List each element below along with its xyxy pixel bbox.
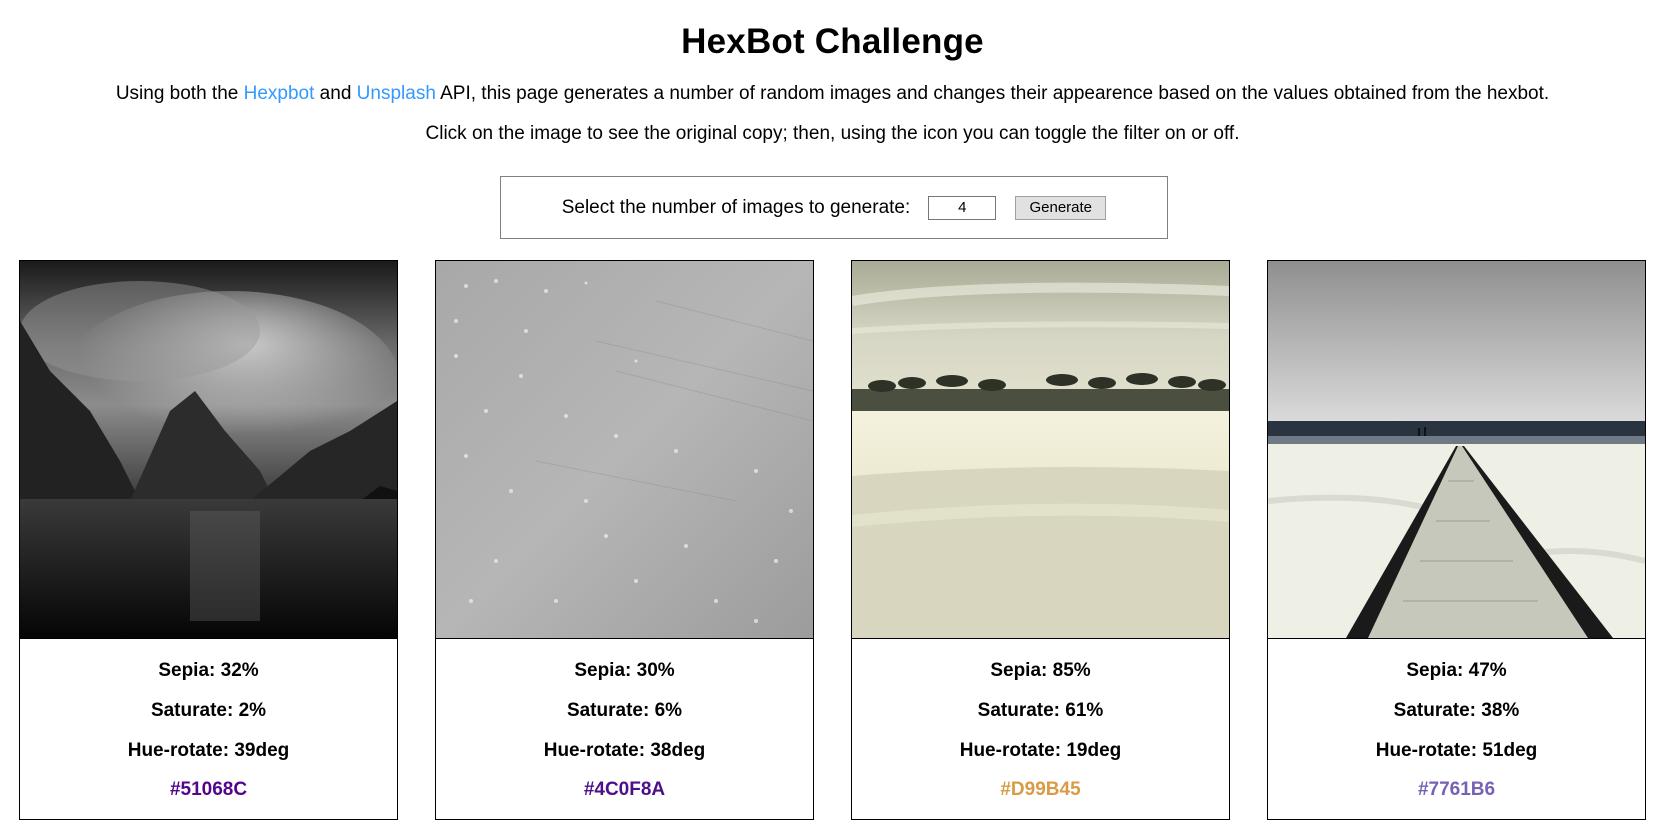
page: HexBot Challenge Using both the Hexpbot … <box>0 0 1665 835</box>
image-count-label: Select the number of images to generate: <box>561 196 911 218</box>
filter-info: Sepia: 47% Saturate: 38% Hue-rotate: 51d… <box>1268 660 1645 801</box>
image-count-input[interactable] <box>928 195 997 220</box>
intro-text-start: Using both the <box>115 83 244 104</box>
intro-text-end: API, this page generates a number of ran… <box>435 83 1550 104</box>
page-title: HexBot Challenge <box>681 22 984 61</box>
hex-color-value: #D99B45 <box>1000 779 1081 800</box>
image-card: Sepia: 85% Saturate: 61% Hue-rotate: 19d… <box>851 260 1230 820</box>
unsplash-link[interactable]: Unsplash <box>357 83 436 104</box>
filtered-image-foggy-mountain-lake[interactable] <box>20 261 397 639</box>
saturate-value: Saturate: 61% <box>977 700 1104 721</box>
hue-rotate-value: Hue-rotate: 51deg <box>1375 740 1538 761</box>
filter-info: Sepia: 32% Saturate: 2% Hue-rotate: 39de… <box>20 660 397 801</box>
sepia-value: Sepia: 47% <box>1406 660 1507 681</box>
hex-color-value: #51068C <box>169 779 248 800</box>
saturate-value: Saturate: 2% <box>150 700 267 721</box>
filter-info: Sepia: 30% Saturate: 6% Hue-rotate: 38de… <box>436 660 813 801</box>
intro-text-and: and <box>314 83 357 104</box>
filtered-image-metal-surface-texture[interactable] <box>436 261 813 639</box>
hue-rotate-value: Hue-rotate: 39deg <box>127 740 290 761</box>
hex-color-value: #4C0F8A <box>583 779 666 800</box>
hue-rotate-value: Hue-rotate: 19deg <box>959 740 1122 761</box>
filter-info: Sepia: 85% Saturate: 61% Hue-rotate: 19d… <box>852 660 1229 801</box>
sepia-value: Sepia: 85% <box>990 660 1091 681</box>
generator-controls: Select the number of images to generate:… <box>500 176 1168 239</box>
generate-button[interactable]: Generate <box>1015 195 1107 220</box>
image-card: Sepia: 32% Saturate: 2% Hue-rotate: 39de… <box>19 260 398 820</box>
filtered-image-tropical-beach-palms[interactable] <box>852 261 1229 639</box>
hex-color-value: #7761B6 <box>1417 779 1496 800</box>
image-card: Sepia: 30% Saturate: 6% Hue-rotate: 38de… <box>435 260 814 820</box>
intro-paragraph: Using both the Hexpbot and Unsplash API,… <box>0 83 1665 105</box>
sepia-value: Sepia: 30% <box>574 660 675 681</box>
instructions-text: Click on the image to see the original c… <box>425 123 1240 144</box>
saturate-value: Saturate: 38% <box>1393 700 1520 721</box>
hexpbot-link[interactable]: Hexpbot <box>244 83 315 104</box>
sepia-value: Sepia: 32% <box>158 660 259 681</box>
saturate-value: Saturate: 6% <box>566 700 683 721</box>
hue-rotate-value: Hue-rotate: 38deg <box>543 740 706 761</box>
image-cards: Sepia: 32% Saturate: 2% Hue-rotate: 39de… <box>19 260 1648 820</box>
filtered-image-beach-boardwalk[interactable] <box>1268 261 1645 639</box>
image-card: Sepia: 47% Saturate: 38% Hue-rotate: 51d… <box>1267 260 1646 820</box>
